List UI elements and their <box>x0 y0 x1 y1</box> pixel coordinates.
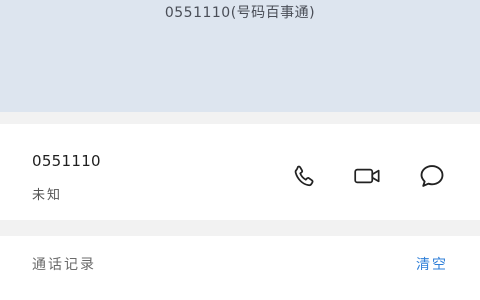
contact-header: 0551110(号码百事通) <box>0 0 480 112</box>
message-button[interactable] <box>416 160 448 192</box>
message-icon <box>418 162 446 190</box>
header-subtitle: 0551110(号码百事通) <box>164 5 316 21</box>
call-button[interactable] <box>288 160 320 192</box>
contact-detail-screen: 0551110(号码百事通) 0551110 未知 通话记录 清空 <box>0 0 480 300</box>
contact-location: 未知 <box>32 188 63 203</box>
call-history-title: 通话记录 <box>32 257 96 273</box>
call-history-section: 通话记录 清空 <box>0 236 480 300</box>
clear-history-button[interactable]: 清空 <box>416 254 448 274</box>
call-icon <box>291 163 317 189</box>
contact-card: 0551110 未知 <box>0 124 480 220</box>
contact-number: 0551110 <box>32 152 101 170</box>
video-call-button[interactable] <box>352 160 384 192</box>
video-call-icon <box>352 163 384 189</box>
